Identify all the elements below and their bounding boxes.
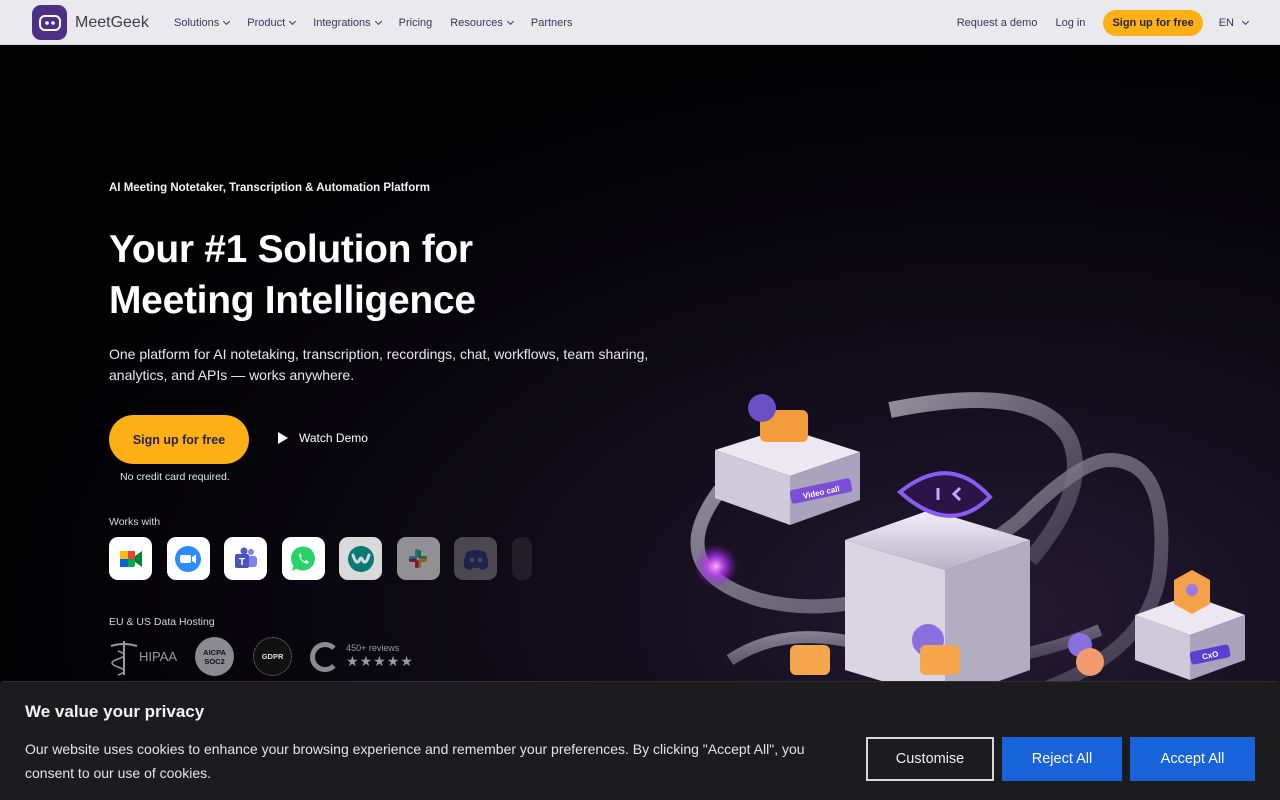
hero-signup-button[interactable]: Sign up for free	[109, 415, 249, 464]
headline-line-2: Meeting Intelligence	[109, 279, 476, 322]
menu-item-label: Integrations	[313, 16, 371, 29]
aicpa-label: AICPA	[203, 647, 226, 657]
chevron-down-icon	[1241, 17, 1250, 25]
language-label: EN	[1218, 16, 1234, 29]
works-with-label: Works with	[109, 516, 161, 528]
menu-item-product[interactable]: Product	[247, 16, 297, 29]
hipaa-badge: HIPAA	[109, 638, 177, 676]
menu-item-integrations[interactable]: Integrations	[313, 16, 382, 29]
menu-item-label: Resources	[450, 16, 503, 29]
chevron-down-icon	[506, 17, 514, 25]
gdpr-label: GDPR	[261, 652, 284, 661]
svg-text:T: T	[238, 557, 244, 568]
login-link[interactable]: Log in	[1055, 17, 1085, 29]
main-menu: Solutions Product Integrations Pricing R…	[174, 0, 590, 45]
accept-all-button[interactable]: Accept All	[1130, 737, 1255, 781]
webex-icon[interactable]	[339, 537, 382, 580]
hero-headline: Your #1 Solution for Meeting Intelligenc…	[109, 224, 629, 326]
menu-item-solutions[interactable]: Solutions	[174, 16, 231, 29]
nav-signup-button[interactable]: Sign up for free	[1103, 9, 1203, 36]
chevron-down-icon	[289, 17, 297, 25]
language-selector[interactable]: EN	[1218, 16, 1250, 29]
meetgeek-logo-icon	[32, 5, 67, 40]
menu-item-partners[interactable]: Partners	[531, 17, 573, 29]
cookie-description: Our website uses cookies to enhance your…	[25, 741, 805, 781]
g2-stars: ★★★★★	[346, 653, 414, 669]
top-navbar: MeetGeek Solutions Product Integrations …	[0, 0, 1280, 45]
menu-item-label: Partners	[530, 16, 573, 29]
hipaa-label: HIPAA	[139, 649, 178, 664]
whatsapp-icon[interactable]	[281, 537, 325, 580]
compliance-badges: HIPAA AICPA SOC2 GDPR 450+ reviews ★★★★★	[109, 637, 414, 676]
g2-rating: 450+ reviews ★★★★★	[310, 641, 414, 672]
google-meet-icon[interactable]	[109, 537, 152, 580]
hero-tagline: AI Meeting Notetaker, Transcription & Au…	[109, 182, 430, 194]
more-app-icon	[511, 537, 532, 580]
cookie-consent-banner: We value your privacy Our website uses c…	[0, 681, 1280, 800]
g2-logo-icon	[310, 641, 341, 672]
data-hosting-label: EU & US Data Hosting	[109, 616, 215, 628]
cookie-title: We value your privacy	[25, 702, 205, 721]
caduceus-icon	[110, 640, 138, 676]
request-demo-link[interactable]: Request a demo	[957, 17, 1038, 29]
slack-icon[interactable]	[396, 537, 440, 580]
watch-demo-label: Watch Demo	[299, 431, 368, 445]
soc2-label: SOC2	[204, 656, 225, 666]
zoom-icon[interactable]	[166, 537, 210, 580]
microsoft-teams-icon[interactable]: T	[224, 537, 267, 580]
chevron-down-icon	[374, 17, 382, 25]
headline-line-1: Your #1 Solution for	[109, 228, 473, 271]
play-icon	[278, 432, 288, 444]
hero-illustration: Video call CxO	[690, 392, 1245, 700]
no-credit-card-note: No credit card required.	[120, 471, 230, 483]
hero-subtext: One platform for AI notetaking, transcri…	[109, 346, 649, 383]
menu-item-resources[interactable]: Resources	[450, 16, 514, 29]
g2-review-count: 450+ reviews	[346, 643, 400, 653]
aicpa-soc2-badge: AICPA SOC2	[195, 637, 235, 676]
reject-all-button[interactable]: Reject All	[1002, 737, 1122, 781]
menu-item-pricing[interactable]: Pricing	[399, 17, 433, 29]
menu-item-label: Solutions	[174, 16, 220, 29]
video-call-box: Video call	[715, 394, 860, 525]
menu-item-label: Product	[247, 16, 286, 29]
brand-name: MeetGeek	[75, 13, 149, 31]
nav-actions: Request a demo Log in Sign up for free E…	[939, 0, 1250, 45]
chevron-down-icon	[223, 17, 231, 25]
gdpr-badge: GDPR	[253, 637, 293, 676]
watch-demo-button[interactable]: Watch Demo	[278, 431, 368, 445]
menu-item-label: Pricing	[398, 16, 433, 29]
brand-logo[interactable]: MeetGeek	[32, 5, 149, 40]
integration-icons: T	[109, 537, 546, 580]
discord-icon[interactable]	[454, 537, 497, 580]
customise-button[interactable]: Customise	[866, 737, 994, 781]
